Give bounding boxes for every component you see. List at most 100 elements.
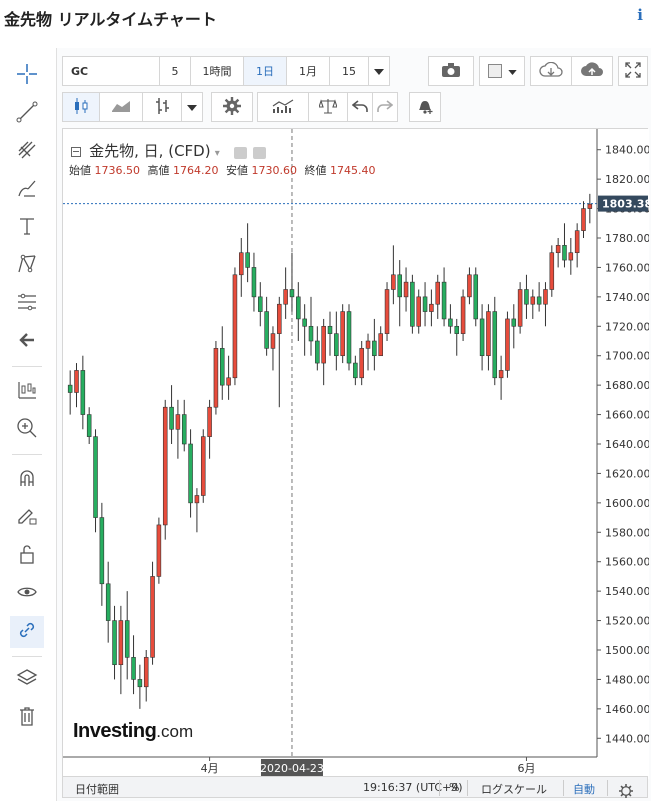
candle-body [435, 281, 440, 305]
price-chart[interactable]: 1440.00 1460.00 1480.00 1500.00 1520.00 1540.… [63, 129, 652, 779]
delete-tool[interactable] [10, 702, 44, 734]
text-tool[interactable] [10, 212, 44, 244]
gear-icon[interactable] [253, 146, 267, 159]
link-tool[interactable] [10, 616, 44, 648]
candle [435, 274, 440, 319]
load-chart-button[interactable] [530, 56, 572, 86]
line-chart-button[interactable] [99, 92, 143, 122]
interval-1d[interactable]: 1日 [243, 56, 287, 86]
candle-body [441, 281, 447, 320]
visibility-tool[interactable] [10, 578, 44, 610]
text-icon [16, 215, 38, 241]
alert-button[interactable] [409, 92, 441, 122]
pattern-tool[interactable] [10, 250, 44, 282]
save-chart-button[interactable] [571, 56, 613, 86]
layers-tool[interactable] [10, 664, 44, 696]
candle [511, 304, 517, 349]
candle [460, 289, 466, 341]
candle [74, 363, 79, 408]
candles-button[interactable] [62, 92, 100, 122]
chart-type-dropdown[interactable] [181, 92, 203, 122]
y-tick-label: 1760.00 [605, 261, 649, 274]
screenshot-button[interactable] [428, 56, 474, 86]
date-range-button[interactable]: 日付範囲 [75, 781, 119, 797]
candle-body [99, 517, 105, 585]
percent-toggle[interactable]: % [449, 781, 459, 794]
candle [289, 252, 295, 312]
redo-button[interactable] [372, 92, 398, 122]
candle-body [277, 303, 282, 334]
eye-icon[interactable] [233, 146, 247, 159]
compare-button[interactable] [308, 92, 348, 122]
fullscreen-button[interactable] [618, 56, 648, 86]
candle-body [169, 406, 174, 430]
lock-drawings-tool[interactable] [10, 502, 44, 534]
lock-tool[interactable] [10, 540, 44, 572]
candle [473, 267, 479, 327]
collapse-legend-icon[interactable] [71, 147, 81, 157]
candle [327, 311, 333, 356]
y-tick-label: 1820.00 [605, 173, 649, 186]
indicators-button[interactable] [257, 92, 309, 122]
candle-body [143, 657, 149, 688]
log-scale-toggle[interactable]: ログスケール [481, 781, 547, 797]
candle-body [194, 495, 200, 504]
interval-dropdown[interactable] [368, 56, 390, 86]
candle-body [353, 362, 358, 379]
candle-body [403, 281, 409, 298]
candle-body [302, 318, 307, 327]
y-tick-label: 1500.00 [605, 644, 649, 657]
zoom-tool[interactable] [10, 414, 44, 446]
interval-15[interactable]: 15 [329, 56, 369, 86]
clock-readout: 19:16:37 (UTC+9) [363, 781, 463, 794]
measure-tool[interactable] [10, 376, 44, 408]
magnet-tool[interactable] [10, 464, 44, 496]
interval-5[interactable]: 5 [159, 56, 191, 86]
settings-button[interactable] [211, 92, 253, 122]
candle-body [162, 406, 168, 526]
candle [479, 304, 485, 371]
auto-scale-toggle[interactable]: 自動 [573, 781, 595, 797]
undo-button[interactable] [347, 92, 373, 122]
pattern-icon [16, 253, 38, 279]
candle [80, 355, 86, 430]
candle [194, 488, 200, 533]
candle-body [479, 318, 485, 357]
candle [175, 399, 181, 459]
chart-pane[interactable]: 1440.00 1460.00 1480.00 1500.00 1520.00 1540.… [62, 128, 652, 779]
candle [118, 605, 124, 695]
top-toolbar: GC 5 1時間 1日 1月 15 [57, 56, 652, 88]
candle [245, 223, 250, 283]
candle-body [67, 384, 73, 393]
symbol-input[interactable]: GC [62, 56, 160, 86]
candle [277, 296, 282, 408]
pitchfork-tool[interactable] [10, 136, 44, 168]
fib-tool[interactable] [10, 288, 44, 320]
chart-style-select[interactable] [479, 56, 525, 86]
candle-body [270, 333, 276, 349]
interval-1m[interactable]: 1月 [286, 56, 330, 86]
candle [492, 296, 498, 386]
trend-line-tool[interactable] [10, 98, 44, 130]
undo-icon [351, 99, 368, 116]
y-tick-label: 1480.00 [605, 673, 649, 686]
trend-line-icon [16, 101, 38, 127]
y-tick-label: 1720.00 [605, 320, 649, 333]
bell-plus-icon [416, 97, 434, 118]
candle [99, 502, 105, 606]
hide-toolbar-button[interactable] [10, 326, 44, 358]
candle-body [118, 620, 124, 666]
candle-body [391, 274, 396, 290]
link-icon [16, 619, 38, 645]
legend-dropdown-icon[interactable]: ▾ [215, 148, 220, 159]
chevron-down-icon [374, 65, 384, 78]
y-tick-label: 1840.00 [605, 144, 649, 157]
crosshair-tool[interactable] [10, 60, 44, 92]
candle [378, 326, 383, 357]
info-icon[interactable]: i [637, 6, 643, 24]
brush-tool[interactable] [10, 174, 44, 206]
interval-1h[interactable]: 1時間 [190, 56, 244, 86]
open-label: 始値 [69, 164, 91, 177]
bar-chart-button[interactable] [142, 92, 182, 122]
candle [353, 355, 358, 386]
